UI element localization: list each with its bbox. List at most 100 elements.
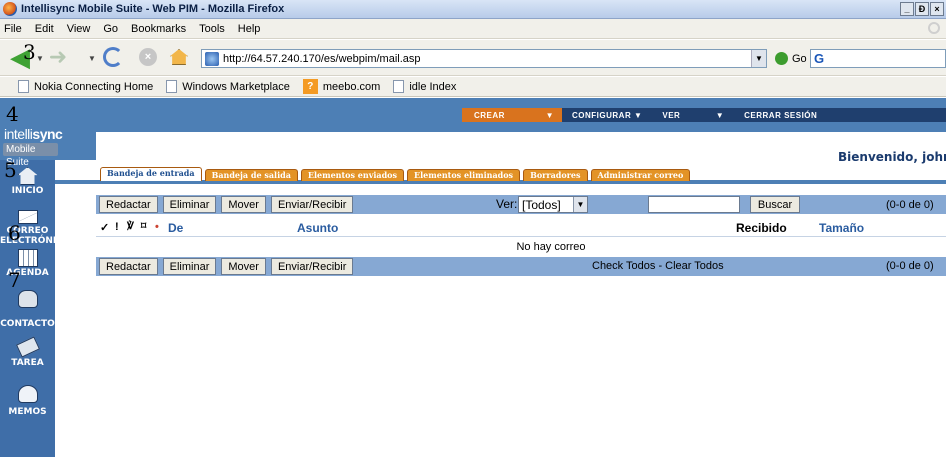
- meebo-icon: ?: [302, 79, 318, 94]
- address-bar[interactable]: ▼: [201, 49, 767, 68]
- throbber-icon: [928, 22, 940, 34]
- col-subject[interactable]: Asunto: [297, 221, 338, 235]
- tab-elementos-enviados[interactable]: Elementos enviados: [300, 169, 405, 181]
- menu-tools[interactable]: Tools: [199, 23, 225, 35]
- empty-message: No hay correo: [516, 241, 586, 253]
- tab-bandeja-salida[interactable]: Bandeja de salida: [204, 169, 298, 181]
- stop-button[interactable]: ×: [138, 45, 158, 69]
- back-dropdown-icon[interactable]: ▼: [36, 54, 44, 63]
- sidebar-item-tarea[interactable]: TAREA: [0, 336, 55, 368]
- menu-ver[interactable]: VER ▼: [652, 111, 734, 120]
- memo-icon: [17, 385, 38, 403]
- delete-button[interactable]: Eliminar: [162, 196, 217, 213]
- col-received[interactable]: Recibido: [736, 221, 787, 235]
- bookmarks-toolbar: Nokia Connecting Home Windows Marketplac…: [0, 77, 946, 97]
- menu-bookmarks[interactable]: Bookmarks: [131, 23, 186, 35]
- attachment-icon[interactable]: ⌑: [141, 221, 146, 232]
- bookmark-item[interactable]: ? meebo.com: [302, 79, 380, 94]
- priority-icon[interactable]: !: [115, 221, 119, 233]
- tab-administrar-correo[interactable]: Administrar correo: [590, 169, 691, 181]
- go-icon: [775, 52, 788, 65]
- home-icon: [170, 49, 188, 65]
- send-receive-button[interactable]: Enviar/Recibir: [270, 258, 354, 275]
- sidebar-item-contacto[interactable]: CONTACTO: [0, 290, 55, 329]
- menu-edit[interactable]: Edit: [35, 23, 54, 35]
- mail-search-input[interactable]: [648, 196, 740, 213]
- task-icon: [15, 336, 40, 358]
- page-icon: [166, 80, 178, 93]
- menu-bar: File Edit View Go Bookmarks Tools Help: [0, 19, 946, 39]
- go-button[interactable]: Go: [775, 52, 807, 65]
- firefox-icon: [3, 2, 17, 16]
- brand-logo: intellisync: [4, 126, 63, 142]
- close-button[interactable]: ×: [930, 2, 944, 16]
- menu-help[interactable]: Help: [238, 23, 261, 35]
- chevron-down-icon: ▼: [573, 197, 587, 212]
- window-titlebar: Intellisync Mobile Suite - Web PIM - Moz…: [0, 0, 946, 19]
- view-label: Ver:: [496, 197, 518, 211]
- url-input[interactable]: [223, 52, 751, 65]
- search-button[interactable]: Buscar: [750, 196, 800, 213]
- compose-button[interactable]: Redactar: [99, 196, 158, 213]
- read-check-icon[interactable]: ✓: [100, 221, 109, 234]
- check-clear-links[interactable]: Check Todos - Clear Todos: [592, 260, 724, 272]
- tab-borradores[interactable]: Borradores: [523, 169, 588, 181]
- menu-configurar[interactable]: CONFIGURAR ▼: [562, 111, 652, 120]
- reload-icon: [103, 47, 123, 67]
- col-from[interactable]: De: [168, 221, 183, 235]
- header-white-band: [55, 132, 946, 168]
- mail-tabs: Bandeja de entrada Bandeja de salida Ele…: [100, 167, 693, 181]
- page-icon: [18, 80, 29, 93]
- contact-icon: [17, 290, 38, 308]
- move-button[interactable]: Mover: [221, 258, 266, 275]
- go-label: Go: [792, 52, 807, 65]
- sidebar-item-memos[interactable]: MEMOS: [0, 385, 55, 417]
- annotation-7: 7: [8, 268, 21, 292]
- forward-dropdown-icon[interactable]: ▼: [88, 54, 96, 63]
- site-favicon-icon: [205, 51, 219, 66]
- menu-crear[interactable]: CREAR ▼: [462, 108, 562, 122]
- move-button[interactable]: Mover: [221, 196, 266, 213]
- send-receive-button[interactable]: Enviar/Recibir: [270, 196, 354, 213]
- tab-bandeja-entrada[interactable]: Bandeja de entrada: [100, 167, 202, 181]
- calendar-icon: [17, 249, 38, 267]
- forward-button[interactable]: ➜: [46, 44, 70, 69]
- flag-icon[interactable]: •: [155, 221, 159, 233]
- annotation-6: 6: [8, 221, 21, 245]
- window-title: Intellisync Mobile Suite - Web PIM - Moz…: [21, 3, 285, 15]
- delete-button[interactable]: Eliminar: [162, 258, 217, 275]
- annotation-5: 5: [4, 158, 17, 182]
- view-select[interactable]: [Todos] ▼: [518, 196, 588, 213]
- col-size[interactable]: Tamaño: [819, 221, 864, 235]
- message-table-header: ✓ ! ℣ ⌑ • De Asunto Recibido Tamaño: [96, 219, 946, 237]
- url-dropdown-icon[interactable]: ▼: [751, 50, 766, 67]
- message-count: (0-0 de 0): [886, 199, 934, 211]
- navigation-toolbar: ◀ ▼ ➜ ▼ × ▼ Go G: [0, 40, 946, 76]
- welcome-message: Bienvenido, john smith: [838, 150, 946, 164]
- reload-button[interactable]: [102, 45, 124, 69]
- app-top-menu: CREAR ▼ CONFIGURAR ▼ VER ▼ CERRAR SESIÓN: [462, 108, 946, 122]
- page-icon: [393, 80, 405, 93]
- google-icon: G: [814, 51, 825, 66]
- stop-icon: ×: [139, 48, 157, 66]
- mail-toolbar-bottom: Redactar Eliminar Mover Enviar/Recibir: [96, 257, 946, 276]
- home-icon: [17, 167, 38, 185]
- bookmark-item[interactable]: idle Index: [393, 80, 456, 93]
- menu-cerrar-sesion[interactable]: CERRAR SESIÓN: [734, 111, 827, 120]
- search-engine-box[interactable]: G: [810, 49, 946, 68]
- forward-arrow-icon: ➜: [48, 44, 68, 69]
- menu-file[interactable]: File: [4, 23, 22, 35]
- annotation-4: 4: [6, 102, 19, 126]
- minimize-button[interactable]: _: [900, 2, 914, 16]
- bookmark-item[interactable]: Nokia Connecting Home: [18, 80, 153, 93]
- tab-elementos-eliminados[interactable]: Elementos eliminados: [407, 169, 521, 181]
- compose-button[interactable]: Redactar: [99, 258, 158, 275]
- maximize-button[interactable]: Đ: [915, 2, 929, 16]
- menu-view[interactable]: View: [67, 23, 91, 35]
- brand-subtitle: Mobile Suite: [3, 143, 58, 168]
- annotation-3: 3: [23, 40, 36, 64]
- trash-icon[interactable]: ℣: [127, 221, 134, 232]
- menu-go[interactable]: Go: [103, 23, 118, 35]
- home-button[interactable]: [168, 45, 190, 69]
- bookmark-item[interactable]: Windows Marketplace: [166, 80, 290, 93]
